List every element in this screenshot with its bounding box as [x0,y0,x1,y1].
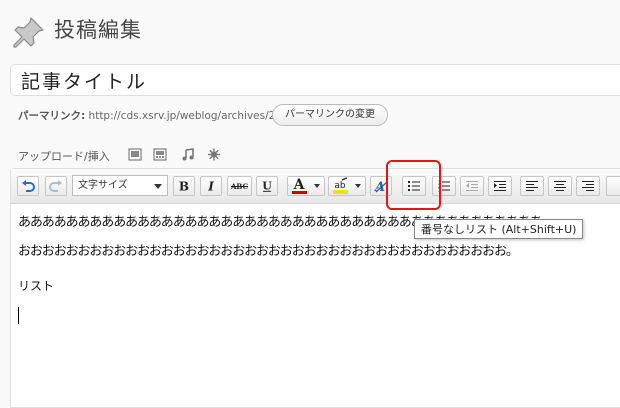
text-color-icon: A [292,177,320,194]
align-center-button[interactable] [548,176,572,196]
align-left-button[interactable] [520,176,544,196]
background-color-button[interactable]: ab [328,176,366,196]
svg-text:ab: ab [334,181,346,191]
text-color-button[interactable]: A [287,176,325,196]
undo-button[interactable] [17,176,39,196]
video-icon[interactable] [153,148,167,161]
align-right-icon [582,181,594,191]
bold-icon: B [179,180,189,192]
font-size-select[interactable]: 文字サイズ [72,175,168,196]
media-icon[interactable] [207,148,221,161]
font-size-select-value: 文字サイズ [78,180,128,191]
image-icon[interactable] [128,148,142,161]
outdent-button[interactable] [460,176,484,196]
italic-button[interactable]: I [200,176,222,196]
align-center-icon [554,181,566,191]
align-right-button[interactable] [576,176,600,196]
content-editor[interactable] [10,168,620,408]
undo-icon [22,180,35,192]
highlighter-icon: ab [333,177,361,194]
permalink-url[interactable]: http://cds.xsrv.jp/weblog/archives/29 [89,110,282,122]
indent-icon [494,181,506,191]
outdent-icon [466,181,478,191]
permalink-row: パーマリンク: http://cds.xsrv.jp/weblog/archiv… [18,108,282,123]
pushpin-icon [13,17,44,48]
underline-button[interactable]: U [256,176,278,196]
strikethrough-button[interactable]: ABC [227,176,252,196]
svg-text:U: U [262,180,272,192]
strikethrough-label: ABC [230,181,249,191]
link-button[interactable] [606,176,620,196]
audio-icon[interactable] [181,148,195,161]
upload-insert-label: アップロード/挿入 [18,150,110,163]
change-permalink-button[interactable]: パーマリンクの変更 [272,104,388,126]
svg-text:B: B [179,180,189,192]
highlight-box [386,160,441,210]
text-caret [18,307,19,324]
post-title-input[interactable] [10,64,620,96]
redo-icon [49,180,62,192]
bold-button[interactable]: B [173,176,195,196]
italic-icon: I [207,180,214,192]
align-left-icon [526,181,538,191]
redo-button[interactable] [45,176,67,196]
content-line-2: おおおおおおおおおおおおおおおおおおおおおおおおおおおおおおおおおおおおおおおお… [18,244,519,259]
svg-text:A: A [293,177,306,193]
page-title: 投稿編集 [54,18,142,42]
indent-button[interactable] [488,176,512,196]
permalink-label: パーマリンク: [18,110,86,122]
svg-text:A: A [373,180,385,193]
chevron-down-icon [154,184,162,189]
svg-text:I: I [207,180,214,192]
unordered-list-tooltip: 番号なしリスト (Alt+Shift+U) [414,219,584,239]
underline-icon: U [262,180,272,192]
content-line-3: リスト [18,279,55,293]
